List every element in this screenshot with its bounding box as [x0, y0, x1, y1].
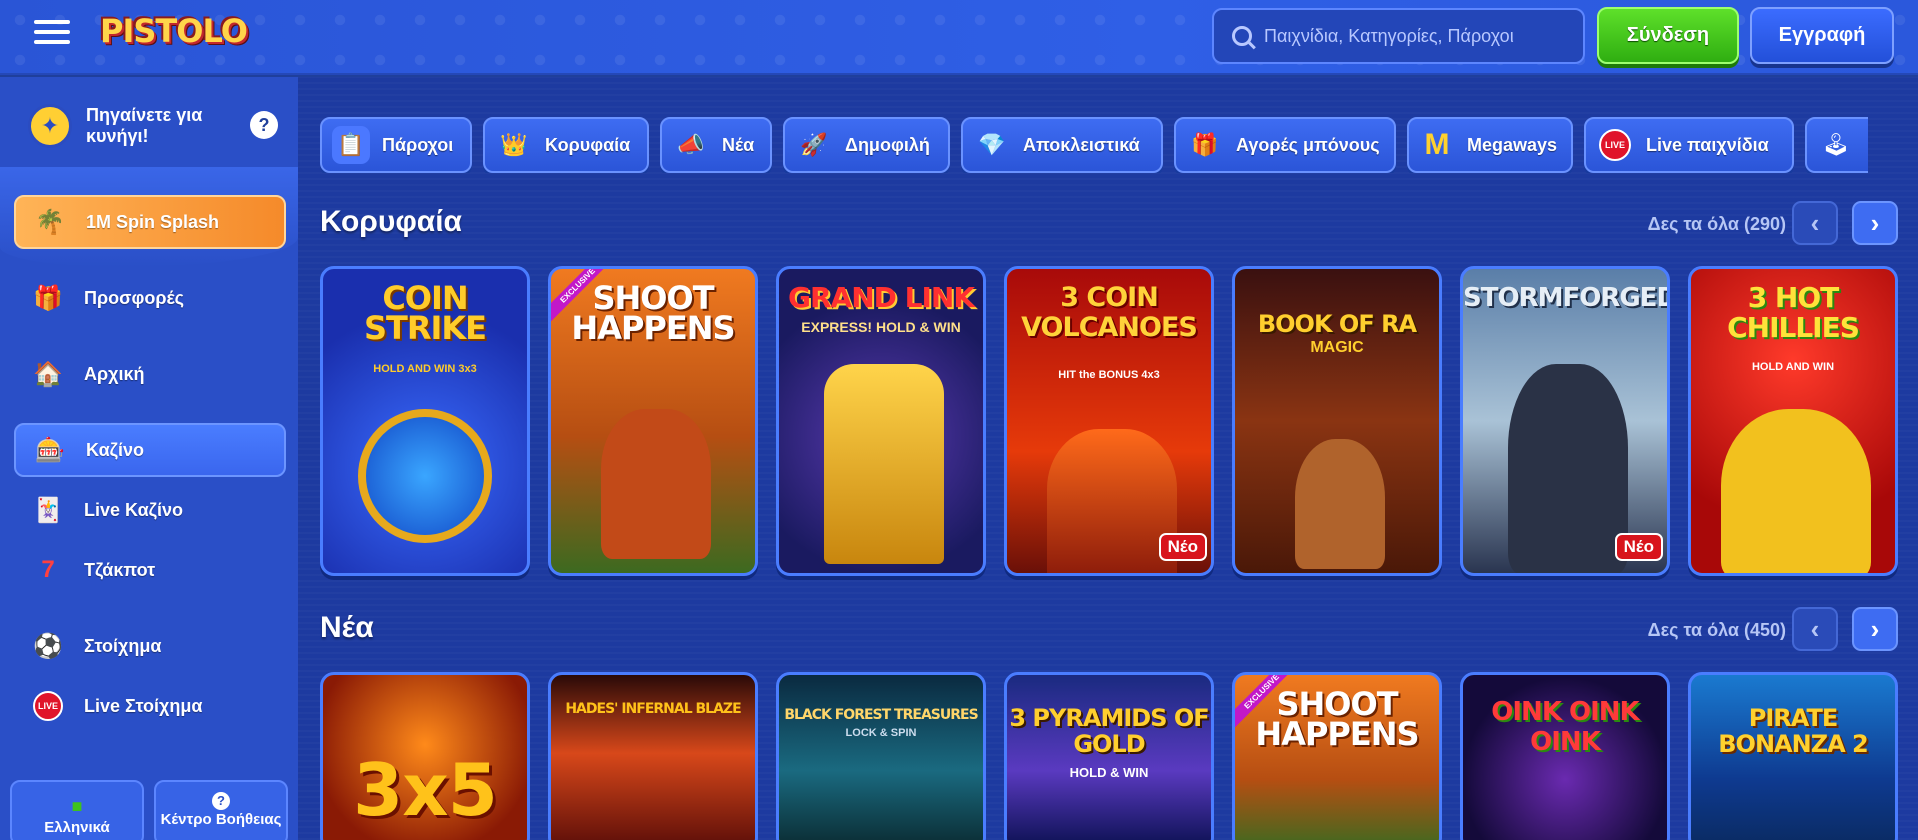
category-bonus-buys[interactable]: 🎁 Αγορές μπόνους — [1174, 117, 1396, 173]
section-title-top: Κορυφαία — [320, 205, 463, 238]
cards-chip-icon: 🃏 — [33, 496, 63, 524]
category-exclusive[interactable]: 💎 Αποκλειστικά — [961, 117, 1163, 173]
lightning-coin-icon — [358, 409, 492, 543]
login-button[interactable]: Σύνδεση — [1597, 7, 1739, 64]
rocket-icon: 🚀 — [800, 132, 828, 157]
main-content: 📋 Πάροχοι 👑 Κορυφαία 📣 Νέα 🚀 Δημοφιλή 💎 … — [298, 77, 1918, 840]
game-card-3x5[interactable]: 3x5 — [320, 672, 530, 840]
sidebar-item-live-casino[interactable]: 🃏 Live Καζίνο — [14, 483, 286, 537]
hunt-banner[interactable]: ✦ Πηγαίνετε για κυνήγι! ? — [14, 97, 286, 155]
game-card-stormforged[interactable]: STORMFORGED Νέο — [1460, 266, 1670, 576]
football-icon: ⚽ — [33, 632, 63, 660]
category-more[interactable]: 🕹 — [1805, 117, 1868, 173]
top-next-button[interactable]: › — [1852, 201, 1898, 245]
top-prev-button[interactable]: ‹ — [1792, 201, 1838, 245]
live-icon: LIVE — [1596, 126, 1634, 164]
crown-gem-icon: 👑 — [500, 132, 528, 157]
sidebar: ✦ Πηγαίνετε για κυνήγι! ? 🌴 1M Spin Spla… — [0, 77, 298, 840]
new-next-button[interactable]: › — [1852, 607, 1898, 651]
joystick-icon: 🕹 — [1822, 132, 1850, 157]
sidebar-item-home[interactable]: 🏠 Αρχική — [14, 347, 286, 401]
section-title-new: Νέα — [320, 611, 374, 644]
megaphone-icon: 📣 — [677, 132, 705, 157]
game-card-coin-strike[interactable]: COIN STRIKE HOLD AND WIN 3x3 — [320, 266, 530, 576]
game-card-3-hot-chillies[interactable]: 3 HOT CHILLIES HOLD AND WIN — [1688, 266, 1898, 576]
category-providers[interactable]: 📋 Πάροχοι — [320, 117, 472, 173]
hunt-label: Πηγαίνετε για κυνήγι! — [86, 105, 203, 146]
language-button[interactable]: ■ Ελληνικά — [10, 780, 144, 840]
category-popular[interactable]: 🚀 Δημοφιλή — [783, 117, 950, 173]
site-logo[interactable]: PISTOLO — [100, 12, 248, 50]
top-header: PISTOLO Σύνδεση Εγγραφή — [0, 0, 1918, 75]
home-icon: 🏠 — [33, 360, 63, 388]
new-badge: Νέο — [1158, 533, 1207, 561]
game-card-book-of-ra[interactable]: BOOK OF RA MAGIC — [1232, 266, 1442, 576]
m-letter-icon: M — [1424, 128, 1450, 161]
notepad-icon: 📋 — [332, 126, 370, 164]
jackpot-7-icon: 7 — [41, 556, 55, 583]
sidebar-item-jackpot[interactable]: 7 Τζάκποτ — [14, 543, 286, 597]
diamond-icon: 💎 — [978, 132, 1006, 157]
sidebar-item-promotions[interactable]: 🎁 Προσφορές — [14, 271, 286, 325]
gift-box-icon: 🎁 — [1191, 132, 1219, 157]
new-prev-button[interactable]: ‹ — [1792, 607, 1838, 651]
category-megaways[interactable]: M Megaways — [1407, 117, 1573, 173]
help-icon[interactable]: ? — [250, 111, 278, 139]
target-icon: ✦ — [28, 104, 72, 148]
palm-island-icon: 🌴 — [35, 208, 65, 236]
new-badge: Νέο — [1614, 533, 1663, 561]
slot-777-icon: 🎰 — [35, 436, 65, 464]
game-card-shoot-happens-2[interactable]: EXCLUSIVE SHOOT HAPPENS — [1232, 672, 1442, 840]
game-card-shoot-happens[interactable]: EXCLUSIVE SHOOT HAPPENS — [548, 266, 758, 576]
globe-icon: ■ — [71, 796, 83, 816]
category-bar: 📋 Πάροχοι 👑 Κορυφαία 📣 Νέα 🚀 Δημοφιλή 💎 … — [320, 117, 1868, 173]
see-all-top-link[interactable]: Δες τα όλα (290) — [1648, 214, 1786, 235]
game-card-hades-infernal-blaze[interactable]: HADES' INFERNAL BLAZE — [548, 672, 758, 840]
sidebar-item-spin-splash[interactable]: 🌴 1M Spin Splash — [14, 195, 286, 249]
game-card-oink-oink-oink[interactable]: OINK OINK OINK — [1460, 672, 1670, 840]
help-center-button[interactable]: ? Κέντρο Βοήθειας — [154, 780, 288, 840]
category-new[interactable]: 📣 Νέα — [660, 117, 772, 173]
sidebar-item-live-sports[interactable]: LIVE Live Στοίχημα — [14, 679, 286, 733]
game-card-pirate-bonanza-2[interactable]: PIRATE BONANZA 2 — [1688, 672, 1898, 840]
live-badge-icon: LIVE — [28, 686, 68, 726]
question-icon: ? — [212, 792, 230, 810]
game-card-black-forest-treasures[interactable]: BLACK FOREST TREASURES LOCK & SPIN — [776, 672, 986, 840]
search-box[interactable] — [1212, 8, 1585, 64]
volcano-icon — [1047, 429, 1177, 573]
menu-icon[interactable] — [32, 14, 72, 54]
category-live-games[interactable]: LIVE Live παιχνίδια — [1584, 117, 1794, 173]
category-top[interactable]: 👑 Κορυφαία — [483, 117, 649, 173]
sidebar-item-casino[interactable]: 🎰 Καζίνο — [14, 423, 286, 477]
see-all-new-link[interactable]: Δες τα όλα (450) — [1648, 620, 1786, 641]
game-card-3-pyramids-of-gold[interactable]: 3 PYRAMIDS OF GOLD HOLD & WIN — [1004, 672, 1214, 840]
game-card-3-coin-volcanoes[interactable]: 3 COIN VOLCANOES HIT the BONUS 4x3 Νέο — [1004, 266, 1214, 576]
sidebar-item-sports[interactable]: ⚽ Στοίχημα — [14, 619, 286, 673]
search-input[interactable] — [1264, 25, 1564, 47]
game-card-grand-link[interactable]: GRAND LINK EXPRESS! HOLD & WIN — [776, 266, 986, 576]
search-icon — [1232, 26, 1252, 46]
train-icon — [824, 364, 944, 564]
gift-icon: 🎁 — [33, 284, 63, 312]
register-button[interactable]: Εγγραφή — [1750, 7, 1894, 64]
